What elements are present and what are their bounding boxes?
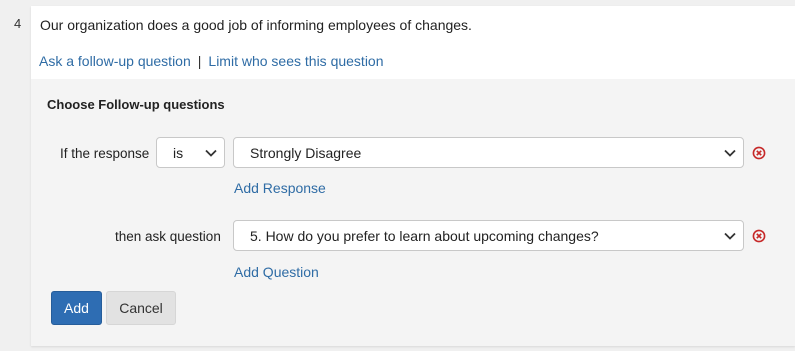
follow-up-panel: Choose Follow-up questions If the respon… [31,79,795,346]
chevron-down-icon [723,229,737,243]
link-separator: | [197,53,202,69]
ask-follow-up-link[interactable]: Ask a follow-up question [39,53,191,69]
follow-up-title: Choose Follow-up questions [47,97,225,112]
chevron-down-icon [723,146,737,160]
question-actions: Ask a follow-up question | Limit who sees … [39,53,384,69]
add-button[interactable]: Add [51,291,102,325]
question-card: Our organization does a good job of info… [31,6,795,346]
operator-select[interactable]: is [156,137,225,168]
cancel-button[interactable]: Cancel [106,291,176,325]
response-select-value: Strongly Disagree [250,144,362,161]
limit-visibility-link[interactable]: Limit who sees this question [208,53,383,69]
add-response-link[interactable]: Add Response [234,180,326,196]
response-select[interactable]: Strongly Disagree [233,137,744,168]
add-question-link[interactable]: Add Question [234,264,319,280]
remove-response-icon[interactable] [752,146,766,160]
question-text: Our organization does a good job of info… [40,17,472,33]
chevron-down-icon [204,146,218,160]
question-number: 4 [14,16,22,31]
follow-up-question-select[interactable]: 5. How do you prefer to learn about upco… [233,220,744,251]
condition-label: If the response [60,146,150,161]
follow-up-question-value: 5. How do you prefer to learn about upco… [250,227,599,244]
remove-question-icon[interactable] [752,229,766,243]
operator-select-value: is [173,144,184,161]
action-label: then ask question [115,229,221,244]
